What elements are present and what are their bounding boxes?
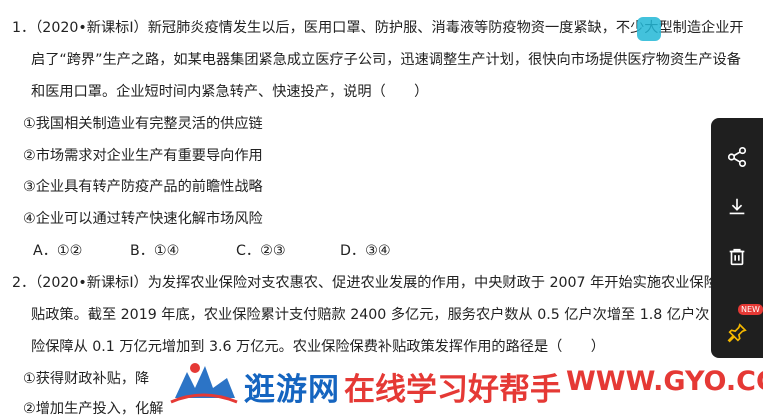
download-icon: [729, 198, 745, 215]
delete-button[interactable]: [711, 232, 763, 282]
q2-stem-line3: 险保障从 0.1 万亿元增加到 3.6 万亿元。农业保险保费补贴政策发挥作用的路…: [31, 339, 605, 355]
pin-button[interactable]: [711, 308, 763, 358]
q1-choice-b: B．①④: [130, 243, 180, 259]
pin-icon: [727, 323, 747, 343]
q2-stem-line2: 贴政策。截至 2019 年底，农业保险累计支付赔款 2400 多亿元，服务农户数…: [31, 307, 752, 323]
share-icon: [727, 147, 747, 167]
floating-assistant-icon[interactable]: [637, 17, 661, 41]
watermark-site-name: 逛游网: [244, 372, 340, 408]
q1-choice-d: D．③④: [340, 243, 391, 259]
document-page: 1．（2020•新课标Ⅰ）新冠肺炎疫情发生以后，医用口罩、防护服、消毒液等防疫物…: [0, 0, 763, 417]
q2-option-1: ①获得财政补贴，降: [23, 371, 150, 387]
watermark-url: WWW.GYO.CC: [566, 366, 763, 397]
q1-stem-line1: 1．（2020•新课标Ⅰ）新冠肺炎疫情发生以后，医用口罩、防护服、消毒液等防疫物…: [12, 20, 744, 36]
q1-choice-c: C．②③: [236, 243, 286, 259]
q1-option-1: ①我国相关制造业有完整灵活的供应链: [23, 116, 263, 132]
trash-icon: [729, 248, 745, 266]
q2-stem-line1: 2．（2020•新课标Ⅰ）为发挥农业保险对支农惠农、促进农业发展的作用，中央财政…: [12, 275, 761, 291]
new-badge: NEW: [738, 304, 763, 315]
q1-option-4: ④企业可以通过转产快速化解市场风险: [23, 211, 263, 227]
q1-choice-a: A．①②: [33, 243, 83, 259]
share-button[interactable]: [711, 132, 763, 182]
q1-option-2: ②市场需求对企业生产有重要导向作用: [23, 148, 263, 164]
watermark-logo-icon: [165, 358, 243, 410]
q1-stem-line2: 启了“跨界”生产之路，如某电器集团紧急成立医疗子公司，迅速调整生产计划，很快向市…: [31, 52, 741, 68]
q2-option-2: ②增加生产投入，化解: [23, 401, 164, 417]
q1-option-3: ③企业具有转产防疫产品的前瞻性战略: [23, 179, 263, 195]
side-toolbar: [711, 118, 763, 358]
download-button[interactable]: [711, 182, 763, 232]
watermark-slogan: 在线学习好帮手: [344, 372, 561, 408]
q1-stem-line3: 和医用口罩。企业短时间内紧急转产、快速投产，说明（ ）: [31, 84, 429, 100]
